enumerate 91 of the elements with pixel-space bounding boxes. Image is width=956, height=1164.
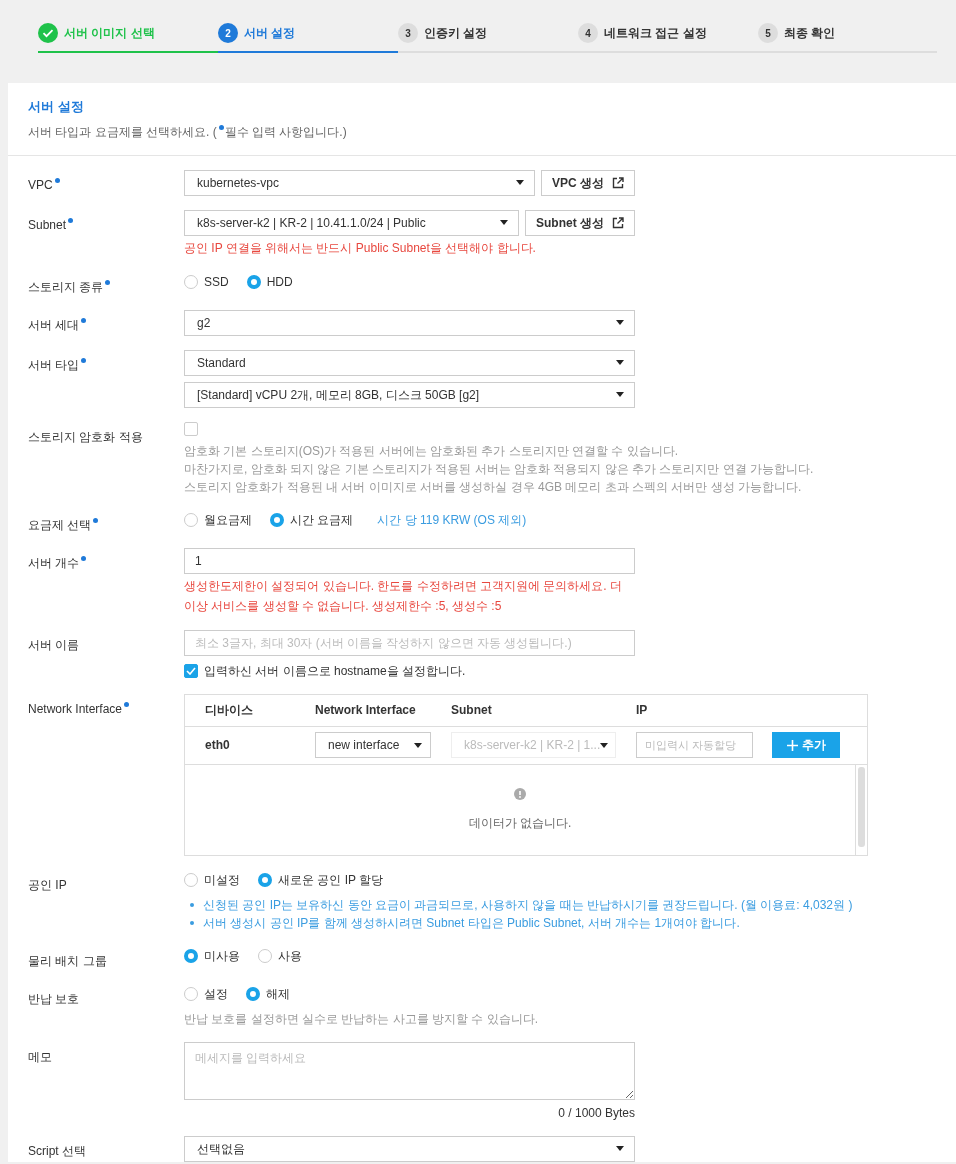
radio-option[interactable]: 설정 <box>184 984 228 1003</box>
field-label: 공인 IP <box>28 876 68 894</box>
text-field[interactable]: 1 <box>184 547 635 574</box>
radio-option[interactable]: 월요금제 <box>184 510 252 529</box>
radio-button[interactable] <box>258 948 272 963</box>
column-header: Network Interface <box>315 702 417 719</box>
radio-button[interactable] <box>184 872 198 887</box>
info-bullet: 신청된 공인 IP는 보유하신 동안 요금이 과금되므로, 사용하지 않을 때는 반납하시기를 권장드립니다. (월 이용료: 4,032원 ) <box>184 895 853 914</box>
select-field[interactable]: [Standard] vCPU 2개, 메모리 8GB, 디스크 50GB [g2] <box>184 381 635 408</box>
check-icon <box>38 23 58 43</box>
field-label: Network Interface <box>28 693 184 856</box>
step-number: 3 <box>398 23 418 43</box>
step-label[interactable]: 인증키 설정 <box>424 24 488 42</box>
caret-icon <box>600 742 609 748</box>
empty-message: 데이터가 없습니다. <box>468 814 572 832</box>
help-text: 암호화 기본 스토리지(OS)가 적용된 서버에는 암호화된 추가 스토리지만 연결할 수 있습니다. <box>184 442 678 460</box>
text-field[interactable]: 최소 3글자, 최대 30자 (서버 이름을 작성하지 않으면 자동 생성됩니다.) <box>184 629 635 656</box>
select-field[interactable]: g2 <box>184 309 635 336</box>
field-label: 메모 <box>28 1048 53 1066</box>
select-field[interactable]: 선택없음 <box>184 1135 635 1162</box>
error-message: 생성한도제한이 설정되어 있습니다. 한도를 수정하려면 고객지원에 문의하세요. 더 이상 서비스를 생성할 수 없습니다. 생성제한수 :5, 생성수 :5 <box>184 577 623 615</box>
radio-option[interactable]: 미설정 <box>184 870 240 889</box>
price-text: 시간 당 119 KRW (OS 제외) <box>377 511 527 529</box>
field-label: 물리 배치 그룹 <box>28 952 108 970</box>
radio-button[interactable] <box>184 948 198 963</box>
caret-icon <box>500 220 508 225</box>
field-label: 서버 개수 <box>28 547 184 616</box>
radio-option[interactable]: 새로운 공인 IP 할당 <box>258 870 384 889</box>
help-text: 반납 보호를 설정하면 실수로 반납하는 사고를 방지할 수 있습니다. <box>184 1010 538 1028</box>
caret-icon <box>516 180 524 185</box>
column-header: Subnet <box>451 702 493 719</box>
info-bullet: 서버 생성시 공인 IP를 함께 생성하시려면 Subnet 타입은 Public Subnet, 서버 개수는 1개여야 합니다. <box>184 913 740 932</box>
section-title: 서버 설정 <box>28 98 85 116</box>
field-label: VPC <box>28 169 184 196</box>
step-label[interactable]: 최종 확인 <box>784 24 836 42</box>
radio-button[interactable] <box>184 512 198 527</box>
caret-icon <box>414 742 422 748</box>
create-button[interactable]: Subnet 생성 <box>525 209 635 236</box>
error-message: 공인 IP 연결을 위해서는 반드시 Public Subnet을 선택해야 합니다. <box>184 239 536 257</box>
step-number: 2 <box>218 23 238 43</box>
radio-button[interactable] <box>184 986 198 1001</box>
external-link-icon <box>612 216 624 229</box>
caret-icon <box>616 320 624 325</box>
scrollbar[interactable] <box>855 764 867 855</box>
radio-button[interactable] <box>270 512 284 527</box>
external-link-icon <box>612 176 624 189</box>
step-label[interactable]: 네트워크 접근 설정 <box>604 24 707 42</box>
memo-field[interactable]: 메세지를 입력하세요 <box>184 1041 635 1100</box>
radio-button[interactable] <box>184 274 198 289</box>
step-number: 4 <box>578 23 598 43</box>
radio-option[interactable]: 해제 <box>246 984 290 1003</box>
select-field[interactable]: Standard <box>184 349 635 376</box>
field-label: Script 선택 <box>28 1142 87 1160</box>
radio-button[interactable] <box>246 274 261 289</box>
select-field[interactable]: k8s-server-k2 | KR-2 | 10.41.1.0/24 | Public <box>184 209 519 236</box>
radio-option[interactable]: 사용 <box>258 946 302 965</box>
radio-option[interactable]: 미사용 <box>184 946 240 965</box>
radio-option[interactable]: SSD <box>184 272 229 291</box>
interface-select[interactable]: new interface <box>315 732 431 758</box>
help-text: 스토리지 암호화가 적용된 내 서버 이미지로 서버를 생성하실 경우 4GB 메모리 초과 스펙의 서버만 생성 가능합니다. <box>184 478 802 496</box>
column-header: IP <box>636 702 649 719</box>
checkbox-label: 입력하신 서버 이름으로 hostname을 설정합니다. <box>204 662 466 680</box>
plus-icon <box>786 739 798 751</box>
radio-option[interactable]: HDD <box>246 272 293 291</box>
field-label: 스토리지 암호화 적용 <box>28 428 144 446</box>
field-label: 서버 세대 <box>28 309 184 336</box>
field-label: 요금제 선택 <box>28 509 184 534</box>
caret-icon <box>616 1146 624 1151</box>
help-text: 마찬가지로, 암호화 되지 않은 기본 스토리지가 적용된 서버는 암호화 적용되지 않은 추가 스토리지만 연결 가능합니다. <box>184 460 814 478</box>
radio-button[interactable] <box>258 872 272 887</box>
byte-counter: 0 / 1000 Bytes <box>557 1104 635 1122</box>
radio-option[interactable]: 시간 요금제 <box>270 510 354 529</box>
checkbox[interactable] <box>184 663 198 678</box>
field-label: 서버 타입 <box>28 349 184 408</box>
checkbox[interactable] <box>184 421 198 436</box>
column-header: 디바이스 <box>205 702 254 719</box>
field-label: 스토리지 종류 <box>28 271 184 296</box>
step-number: 5 <box>758 23 778 43</box>
field-label: Subnet <box>28 209 184 258</box>
caret-icon <box>616 392 624 397</box>
table-cell-text: eth0 <box>205 737 231 754</box>
field-label: 반납 보호 <box>28 990 81 1008</box>
caret-icon <box>616 360 624 365</box>
ip-field[interactable]: 미입력시 자동할당 <box>636 732 753 758</box>
radio-button[interactable] <box>246 986 260 1001</box>
step-label[interactable]: 서버 설정 <box>244 24 296 42</box>
field-label: 서버 이름 <box>28 636 81 654</box>
select-field[interactable]: kubernetes-vpc <box>184 169 535 196</box>
create-button[interactable]: VPC 생성 <box>541 169 635 196</box>
alert-icon <box>514 787 526 800</box>
section-description: 서버 타입과 요금제를 선택하세요. ( 필수 입력 사항입니다.) <box>28 123 348 141</box>
